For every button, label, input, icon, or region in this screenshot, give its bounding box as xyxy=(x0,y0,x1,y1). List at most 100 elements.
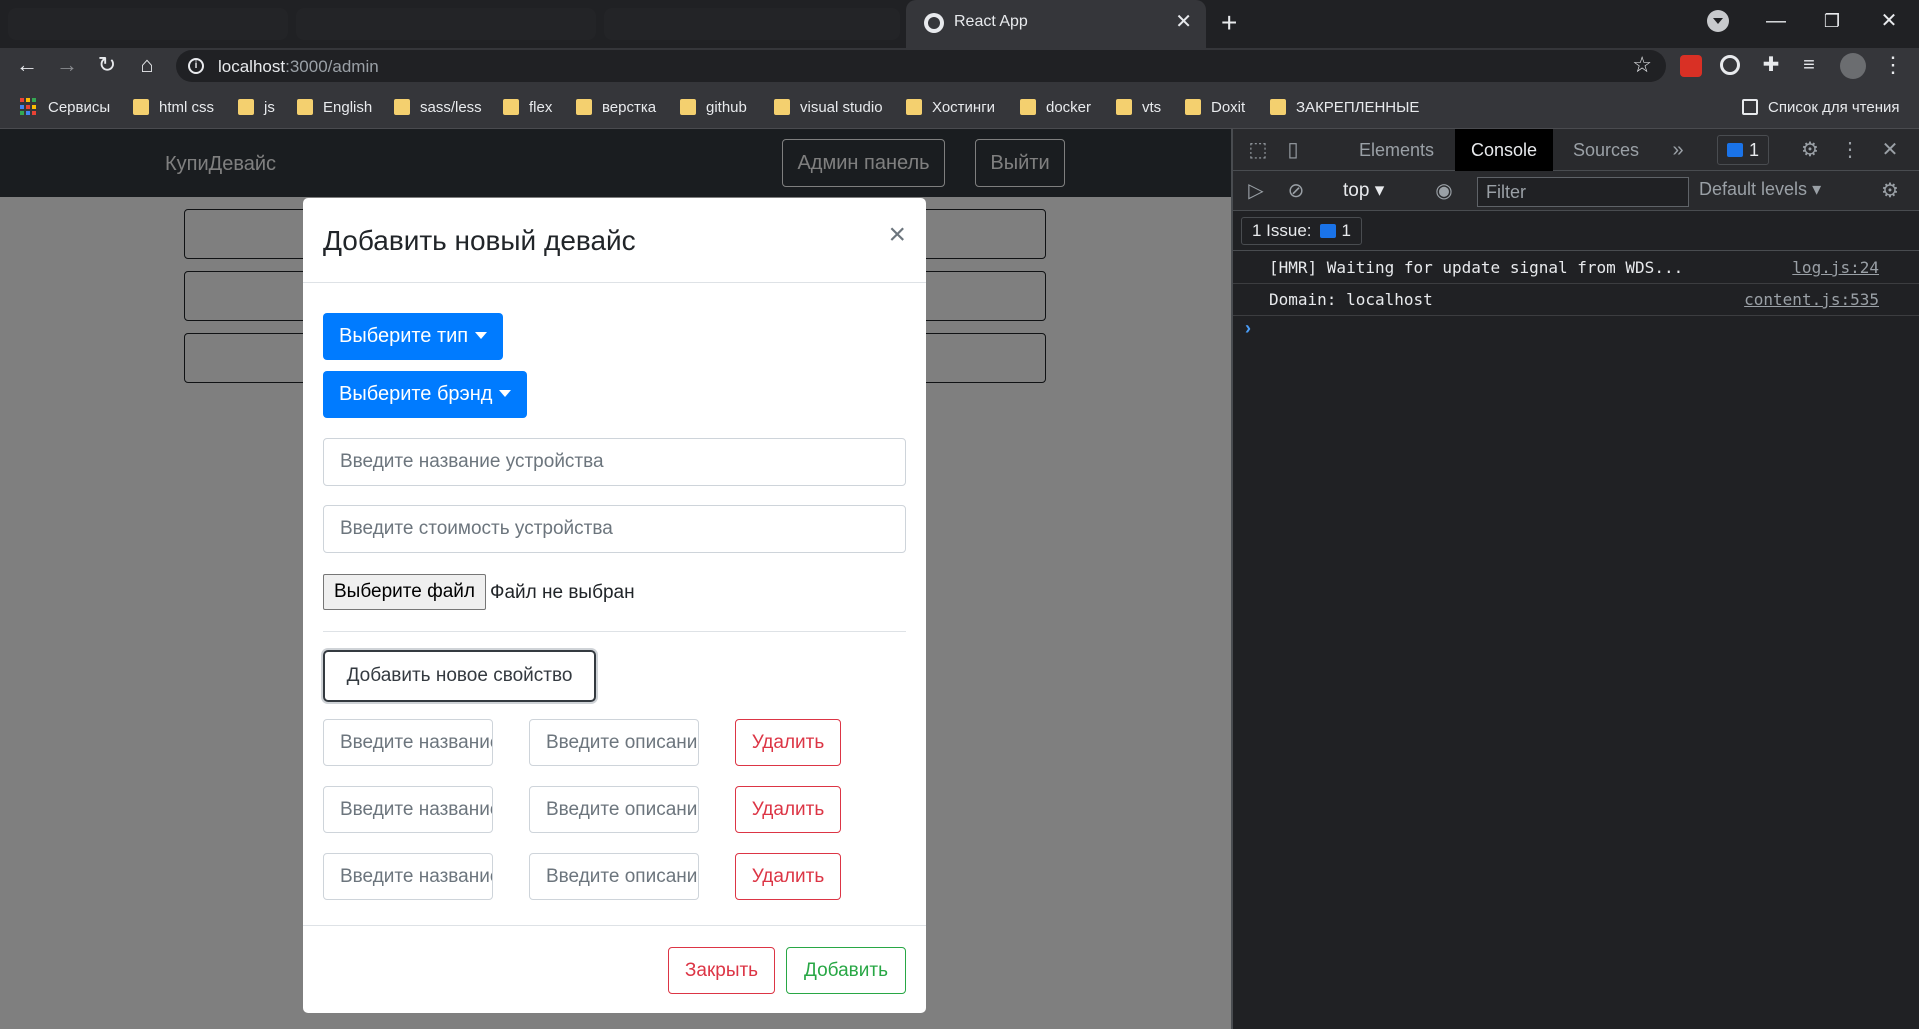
active-tab[interactable]: React App ✕ xyxy=(906,0,1206,48)
device-price-input[interactable]: Введите стоимость устройства xyxy=(323,505,906,553)
console-prompt-icon[interactable]: › xyxy=(1245,318,1251,339)
close-icon[interactable]: × xyxy=(888,220,906,250)
brand-dropdown-label: Выберите брэнд xyxy=(339,383,493,405)
tab-sources[interactable]: Sources xyxy=(1573,129,1639,171)
bookmark-folder[interactable]: ЗАКРЕПЛЕННЫЕ xyxy=(1270,96,1419,118)
home-icon[interactable]: ⌂ xyxy=(132,50,162,80)
message-icon xyxy=(1726,143,1743,157)
console-message: Domain: localhost content.js:535 xyxy=(1233,284,1919,316)
close-devtools-icon[interactable]: ✕ xyxy=(1875,135,1905,165)
modal-title: Добавить новый девайс xyxy=(323,225,636,256)
folder-icon xyxy=(774,99,790,115)
console-toolbar: ▷ ⊘ top ▾ ◉ Filter Default levels ▾ ⚙ xyxy=(1233,171,1919,211)
tab-elements[interactable]: Elements xyxy=(1359,129,1434,171)
file-status: Файл не выбран xyxy=(490,582,635,603)
menu-kebab-icon[interactable]: ⋮ xyxy=(1878,50,1908,80)
reading-list-icon xyxy=(1742,99,1758,115)
bookmark-folder[interactable]: vts xyxy=(1116,96,1161,118)
more-tabs-icon[interactable]: » xyxy=(1663,135,1693,165)
sidebar-toggle-icon[interactable]: ▷ xyxy=(1241,176,1271,206)
forward-icon[interactable]: → xyxy=(52,50,82,80)
device-toolbar-icon[interactable]: ▯ xyxy=(1278,135,1308,165)
console-message: [HMR] Waiting for update signal from WDS… xyxy=(1233,252,1919,284)
folder-icon xyxy=(1116,99,1132,115)
avatar[interactable] xyxy=(1840,53,1866,79)
console-filter-input[interactable]: Filter xyxy=(1477,177,1689,207)
tab-search-icon[interactable] xyxy=(1707,10,1729,32)
bookmark-folder[interactable]: visual studio xyxy=(774,96,883,118)
background-tab[interactable] xyxy=(604,8,900,40)
choose-file-button[interactable]: Выберите файл xyxy=(323,574,486,610)
bookmark-folder[interactable]: верстка xyxy=(576,96,656,118)
console-settings-gear-icon[interactable]: ⚙ xyxy=(1875,176,1905,206)
messages-badge[interactable]: 1 xyxy=(1717,135,1769,165)
devtools-tab-bar: ⬚ ▯ Elements Console Sources » 1 ⚙ ⋮ ✕ xyxy=(1233,129,1919,171)
property-title-input[interactable]: Введите название xyxy=(323,719,493,766)
issues-button[interactable]: 1 Issue: 1 xyxy=(1241,217,1363,245)
property-title-input[interactable]: Введите название xyxy=(323,853,493,900)
delete-property-button[interactable]: Удалить xyxy=(735,853,841,900)
bookmark-folder[interactable]: docker xyxy=(1020,96,1091,118)
close-tab-icon[interactable]: ✕ xyxy=(1175,10,1192,34)
type-dropdown[interactable]: Выберите тип xyxy=(323,313,504,360)
folder-icon xyxy=(906,99,922,115)
extensions-puzzle-icon[interactable]: ✚ xyxy=(1756,50,1786,80)
settings-gear-icon[interactable]: ⚙ xyxy=(1795,135,1825,165)
add-property-button[interactable]: Добавить новое свойство xyxy=(323,650,596,702)
issues-bar: 1 Issue: 1 xyxy=(1233,211,1919,251)
bookmark-star-icon[interactable]: ☆ xyxy=(1632,52,1652,78)
caret-down-icon xyxy=(475,331,488,339)
delete-property-button[interactable]: Удалить xyxy=(735,786,841,833)
delete-property-button[interactable]: Удалить xyxy=(735,719,841,766)
background-tab[interactable] xyxy=(8,8,288,40)
address-bar[interactable]: i localhost:3000/admin ☆ xyxy=(176,50,1666,82)
property-description-input[interactable]: Введите описание xyxy=(529,853,699,900)
folder-icon xyxy=(133,99,149,115)
restore-icon[interactable]: ❐ xyxy=(1812,6,1852,36)
url-text[interactable]: localhost:3000/admin xyxy=(218,57,379,77)
message-icon xyxy=(1319,224,1336,238)
modal-footer: Закрыть Добавить xyxy=(303,925,926,1013)
close-window-icon[interactable]: ✕ xyxy=(1869,6,1909,36)
globe-icon xyxy=(924,13,944,33)
bookmark-folder[interactable]: flex xyxy=(503,96,552,118)
bookmarks-bar: Сервисы html css js English sass/less fl… xyxy=(0,84,1919,129)
log-levels-dropdown[interactable]: Default levels ▾ xyxy=(1699,179,1821,200)
bookmark-folder[interactable]: Хостинги xyxy=(906,96,995,118)
media-control-icon[interactable]: ≡ xyxy=(1794,50,1824,80)
live-expression-eye-icon[interactable]: ◉ xyxy=(1429,176,1459,206)
extension-icon[interactable] xyxy=(1680,55,1702,77)
background-tab[interactable] xyxy=(296,8,596,40)
back-icon[interactable]: ← xyxy=(12,50,42,80)
device-name-input[interactable]: Введите название устройства xyxy=(323,438,906,486)
property-description-input[interactable]: Введите описание xyxy=(529,719,699,766)
reading-list-button[interactable]: Список для чтения xyxy=(1742,96,1900,118)
extension-target-icon[interactable] xyxy=(1720,55,1740,75)
clear-console-icon[interactable]: ⊘ xyxy=(1281,176,1311,206)
bookmark-folder[interactable]: github xyxy=(680,96,747,118)
source-link[interactable]: content.js:535 xyxy=(1744,290,1879,309)
folder-icon xyxy=(238,99,254,115)
brand-dropdown[interactable]: Выберите брэнд xyxy=(323,371,528,418)
reload-icon[interactable]: ↻ xyxy=(92,50,122,80)
bookmark-apps[interactable]: Сервисы xyxy=(20,96,110,118)
inspect-element-icon[interactable]: ⬚ xyxy=(1243,135,1273,165)
source-link[interactable]: log.js:24 xyxy=(1792,258,1879,277)
property-title-input[interactable]: Введите название xyxy=(323,786,493,833)
devtools-menu-icon[interactable]: ⋮ xyxy=(1835,135,1865,165)
devtools-panel: ⬚ ▯ Elements Console Sources » 1 ⚙ ⋮ ✕ ▷… xyxy=(1231,129,1919,1029)
tab-console[interactable]: Console xyxy=(1455,129,1554,171)
folder-icon xyxy=(1270,99,1286,115)
bookmark-folder[interactable]: html css xyxy=(133,96,214,118)
minimize-icon[interactable]: — xyxy=(1756,6,1796,36)
bookmark-folder[interactable]: Doxit xyxy=(1185,96,1245,118)
bookmark-folder[interactable]: js xyxy=(238,96,275,118)
add-device-button[interactable]: Добавить xyxy=(786,947,906,994)
property-description-input[interactable]: Введите описание xyxy=(529,786,699,833)
new-tab-button[interactable]: + xyxy=(1221,8,1237,38)
close-button[interactable]: Закрыть xyxy=(668,947,775,994)
bookmark-folder[interactable]: sass/less xyxy=(394,96,482,118)
context-selector[interactable]: top ▾ xyxy=(1343,179,1384,202)
bookmark-folder[interactable]: English xyxy=(297,96,372,118)
site-info-icon[interactable]: i xyxy=(188,58,204,74)
